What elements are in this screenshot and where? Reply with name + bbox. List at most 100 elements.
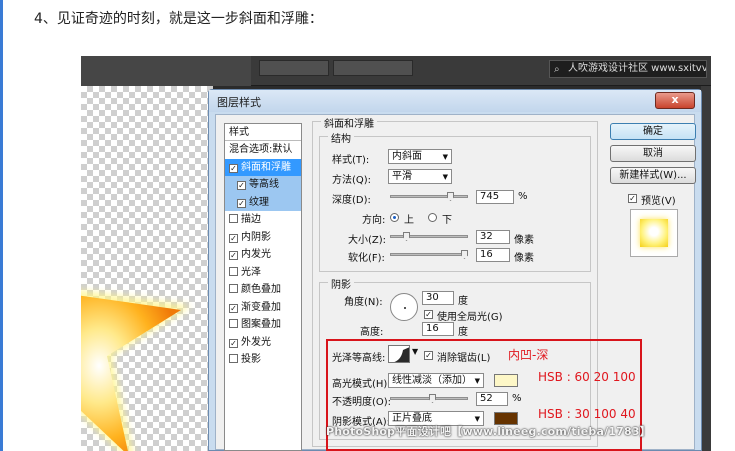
style-item-label: 等高线 — [249, 179, 279, 190]
method-dropdown-value: 平滑 — [392, 171, 412, 182]
angle-unit: 度 — [458, 296, 468, 307]
style-item-label: 纹理 — [249, 196, 269, 208]
checkbox-unchecked-icon[interactable] — [229, 354, 238, 363]
style-preview — [630, 209, 678, 257]
checkbox-checked-icon[interactable]: ✓ — [229, 251, 238, 260]
angle-label: 角度(N): — [344, 297, 383, 308]
style-item-outer-glow[interactable]: ✓ 外发光 — [225, 334, 301, 352]
dialog-titlebar[interactable]: 图层样式 x — [209, 90, 701, 112]
photoshop-screenshot: ⌕ 人吹游戏设计社区 www.sxitvv.nnn 图层样式 x — [81, 56, 711, 451]
soften-unit: 像素 — [514, 253, 534, 264]
shading-title: 阴影 — [328, 276, 354, 291]
star-artwork — [81, 290, 191, 451]
ps-topbar: ⌕ 人吹游戏设计社区 www.sxitvv.nnn — [81, 56, 711, 86]
method-dropdown[interactable]: 平滑 ▼ — [388, 169, 452, 184]
blend-options-item[interactable]: 混合选项:默认 — [225, 141, 301, 159]
size-input[interactable]: 32 — [476, 230, 510, 244]
preview-glow-thumb — [640, 219, 668, 247]
page-heading: 4、见证奇迹的时刻，就是这一步斜面和浮雕： — [34, 11, 323, 27]
style-item-bevel[interactable]: ✓ 斜面和浮雕 — [225, 158, 301, 176]
styles-header[interactable]: 样式 — [225, 124, 301, 141]
chevron-down-icon: ▼ — [442, 153, 448, 161]
altitude-unit: 度 — [458, 327, 468, 338]
style-item-contour[interactable]: ✓ 等高线 — [225, 176, 301, 194]
style-item-label: 光泽 — [241, 266, 261, 278]
size-slider-thumb[interactable] — [403, 232, 410, 241]
method-label: 方法(Q): — [332, 175, 372, 186]
direction-up-label: 上 — [404, 215, 414, 226]
angle-input[interactable]: 30 — [422, 291, 454, 305]
ps-search-box[interactable]: ⌕ 人吹游戏设计社区 www.sxitvv.nnn — [549, 60, 707, 78]
checkbox-unchecked-icon[interactable] — [229, 284, 238, 293]
checkbox-checked-icon[interactable]: ✓ — [229, 338, 238, 348]
ps-search-text: 人吹游戏设计社区 www.sxitvv.nnn — [568, 63, 707, 74]
angle-dial[interactable] — [390, 293, 418, 321]
shadow-hsb-annotation: HSB : 30 100 40 — [538, 407, 636, 421]
structure-fieldset: 结构 样式(T): 内斜面 ▼ 方法(Q): 平滑 ▼ 深度(D): 745 % 方… — [319, 130, 591, 272]
style-item-label: 描边 — [241, 214, 261, 225]
ps-topbar-segment — [333, 60, 413, 76]
left-accent-rule — [0, 0, 3, 451]
style-item-gradient-overlay[interactable]: ✓ 渐变叠加 — [225, 299, 301, 317]
style-item-texture[interactable]: ✓ 纹理 — [225, 193, 301, 211]
style-item-label: 外发光 — [241, 336, 271, 348]
global-light-checkbox[interactable]: ✓ — [424, 310, 433, 319]
highlight-hsb-annotation: HSB : 60 20 100 — [538, 370, 636, 384]
direction-label: 方向: — [362, 215, 386, 226]
ok-button[interactable]: 确定 — [610, 123, 696, 140]
soften-slider-thumb[interactable] — [461, 250, 468, 259]
style-item-satin[interactable]: 光泽 — [225, 264, 301, 282]
chevron-down-icon: ▼ — [442, 173, 448, 181]
checkbox-checked-icon[interactable]: ✓ — [237, 181, 246, 190]
depth-label: 深度(D): — [332, 195, 371, 206]
depth-slider[interactable] — [390, 192, 468, 201]
soften-slider[interactable] — [390, 250, 468, 259]
style-label: 样式(T): — [332, 155, 370, 166]
checkbox-checked-icon[interactable]: ✓ — [229, 303, 238, 313]
new-style-button[interactable]: 新建样式(W)... — [610, 167, 696, 184]
dialog-title: 图层样式 — [217, 96, 261, 109]
style-item-label: 斜面和浮雕 — [241, 161, 291, 173]
altitude-input[interactable]: 16 — [422, 322, 454, 336]
checkbox-checked-icon[interactable]: ✓ — [237, 198, 246, 208]
style-item-label: 图案叠加 — [241, 319, 281, 330]
cancel-button[interactable]: 取消 — [610, 145, 696, 162]
depth-slider-thumb[interactable] — [447, 192, 454, 201]
style-item-inner-glow[interactable]: ✓ 内发光 — [225, 246, 301, 264]
style-dropdown[interactable]: 内斜面 ▼ — [388, 149, 452, 164]
style-item-label: 渐变叠加 — [241, 301, 281, 313]
style-item-label: 颜色叠加 — [241, 284, 281, 295]
checkbox-unchecked-icon[interactable] — [229, 266, 238, 276]
direction-up-radio[interactable] — [390, 213, 399, 222]
depth-input[interactable]: 745 — [476, 190, 514, 204]
style-item-inner-shadow[interactable]: ✓ 内阴影 — [225, 229, 301, 247]
style-item-stroke[interactable]: 描边 — [225, 211, 301, 229]
checkbox-checked-icon[interactable]: ✓ — [229, 163, 238, 173]
styles-list: 样式 混合选项:默认 ✓ 斜面和浮雕 ✓ 等高线 ✓ 纹理 描边 ✓ 内阴影 ✓ 内发光 … — [224, 123, 302, 451]
size-label: 大小(Z): — [348, 235, 387, 246]
soften-label: 软化(F): — [348, 253, 385, 264]
watermark-text: PhotoShop平面设计吧【www.lineeg.com/tieba/1783… — [326, 425, 651, 438]
style-item-pattern-overlay[interactable]: 图案叠加 — [225, 316, 301, 334]
close-button[interactable]: x — [655, 92, 695, 109]
style-item-drop-shadow[interactable]: 投影 — [225, 351, 301, 369]
checkbox-checked-icon[interactable]: ✓ — [229, 233, 238, 243]
direction-down-radio[interactable] — [428, 213, 437, 222]
altitude-label: 高度: — [360, 327, 384, 338]
checkbox-unchecked-icon[interactable] — [229, 319, 238, 328]
style-item-color-overlay[interactable]: 颜色叠加 — [225, 281, 301, 299]
style-item-label: 投影 — [241, 354, 261, 365]
checkbox-unchecked-icon[interactable] — [229, 214, 238, 223]
direction-down-label: 下 — [442, 215, 452, 226]
preview-label: 预览(V) — [641, 196, 676, 207]
size-slider[interactable] — [390, 232, 468, 241]
search-icon: ⌕ — [554, 64, 560, 75]
preview-checkbox[interactable]: ✓ — [628, 194, 637, 203]
style-dropdown-value: 内斜面 — [392, 151, 422, 162]
transparent-canvas — [81, 86, 213, 451]
soften-input[interactable]: 16 — [476, 248, 510, 262]
contour-annotation: 内凹-深 — [508, 348, 549, 362]
structure-title: 结构 — [328, 130, 354, 145]
ps-topbar-segment — [259, 60, 329, 76]
ps-topbar-panel — [81, 56, 251, 86]
